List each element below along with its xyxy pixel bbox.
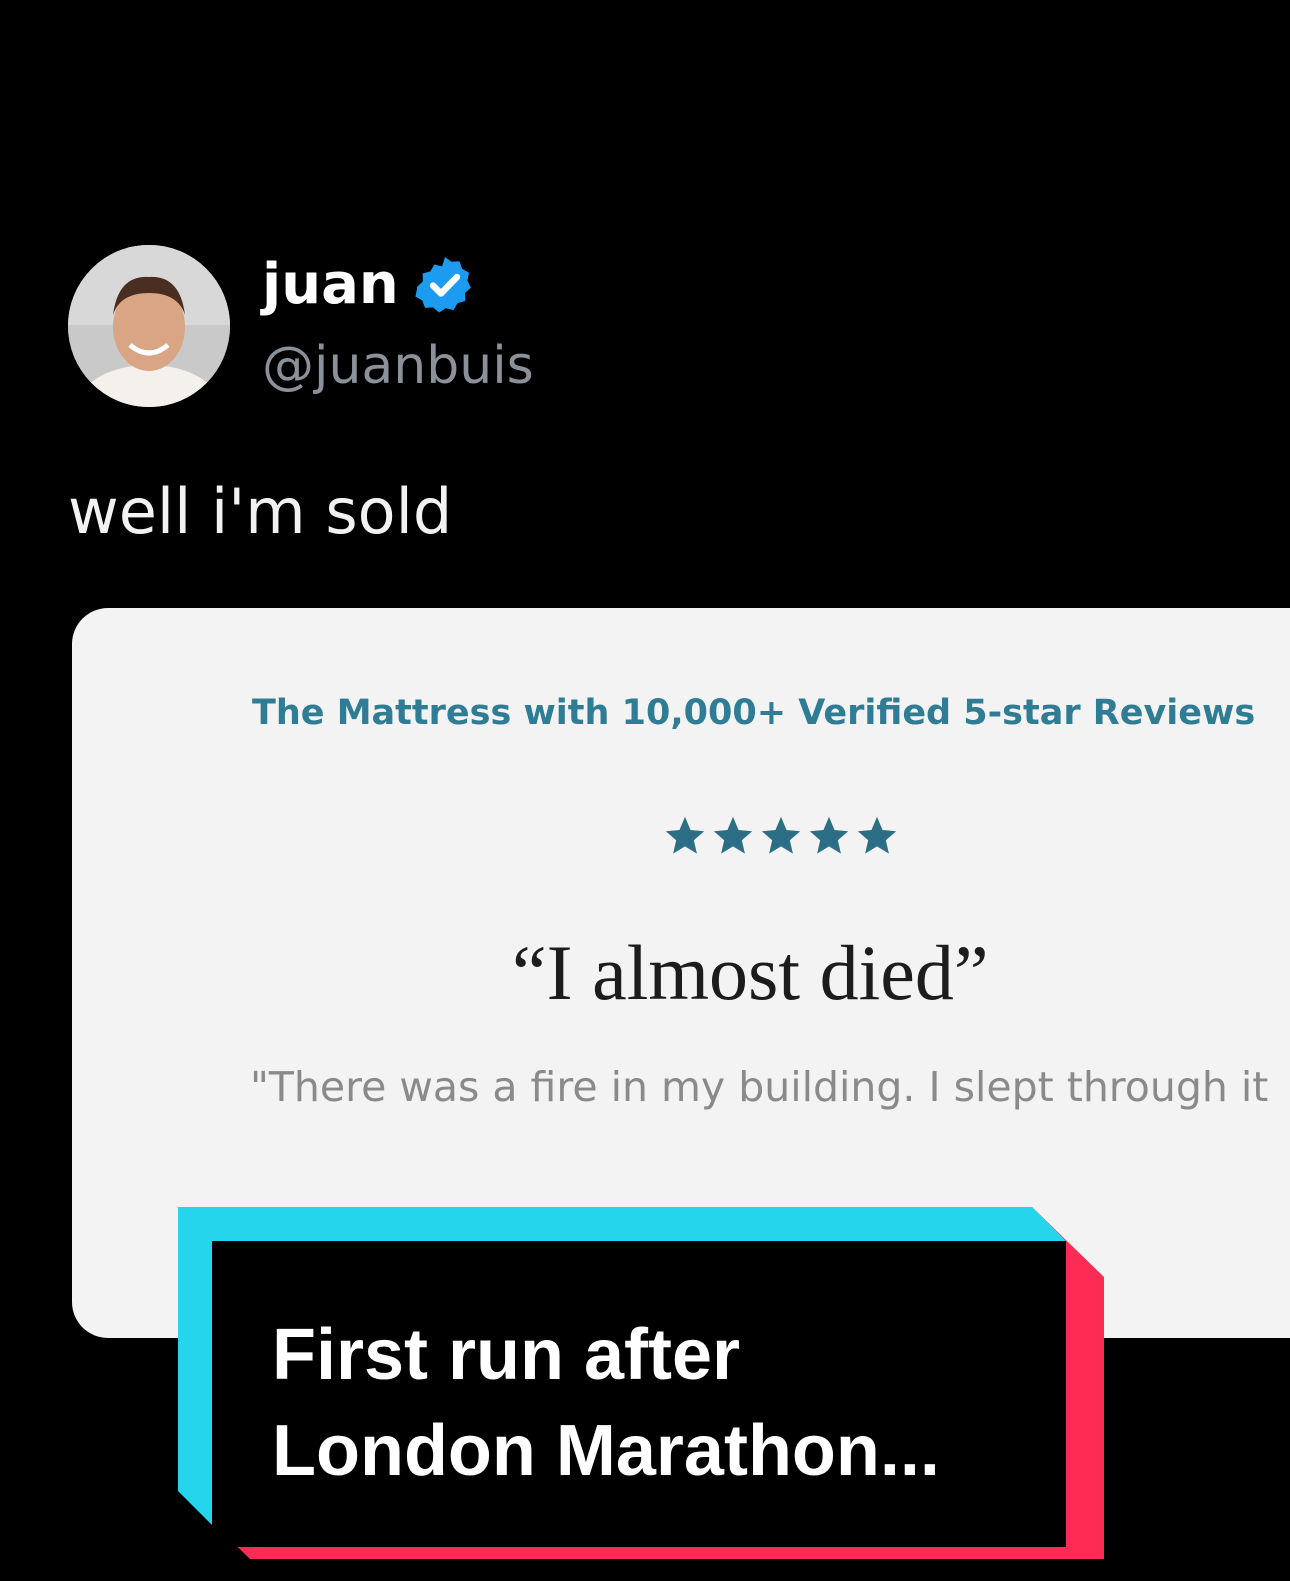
- caption-text: First run after London Marathon...: [272, 1307, 940, 1499]
- avatar[interactable]: [68, 245, 230, 407]
- star-icon: [761, 816, 801, 854]
- star-icon: [857, 816, 897, 854]
- caption-line-2: London Marathon...: [272, 1411, 940, 1491]
- star-rating: [662, 813, 900, 859]
- display-name-row: juan: [262, 250, 477, 320]
- star-icon: [665, 816, 705, 854]
- review-snippet: "There was a fire in my building. I slep…: [250, 1063, 1269, 1111]
- profile-photo: [68, 245, 230, 407]
- ad-headline: The Mattress with 10,000+ Verified 5-sta…: [252, 693, 1256, 733]
- video-caption: First run after London Marathon...: [178, 1207, 1104, 1559]
- user-handle[interactable]: @juanbuis: [262, 333, 534, 399]
- caption-line-1: First run after: [272, 1315, 741, 1395]
- tweet-text: well i'm sold: [68, 475, 453, 548]
- verified-badge-icon: [415, 257, 471, 313]
- star-icon: [713, 816, 753, 854]
- review-quote: “I almost died”: [512, 929, 989, 1016]
- display-name[interactable]: juan: [262, 250, 399, 320]
- star-icon: [809, 816, 849, 854]
